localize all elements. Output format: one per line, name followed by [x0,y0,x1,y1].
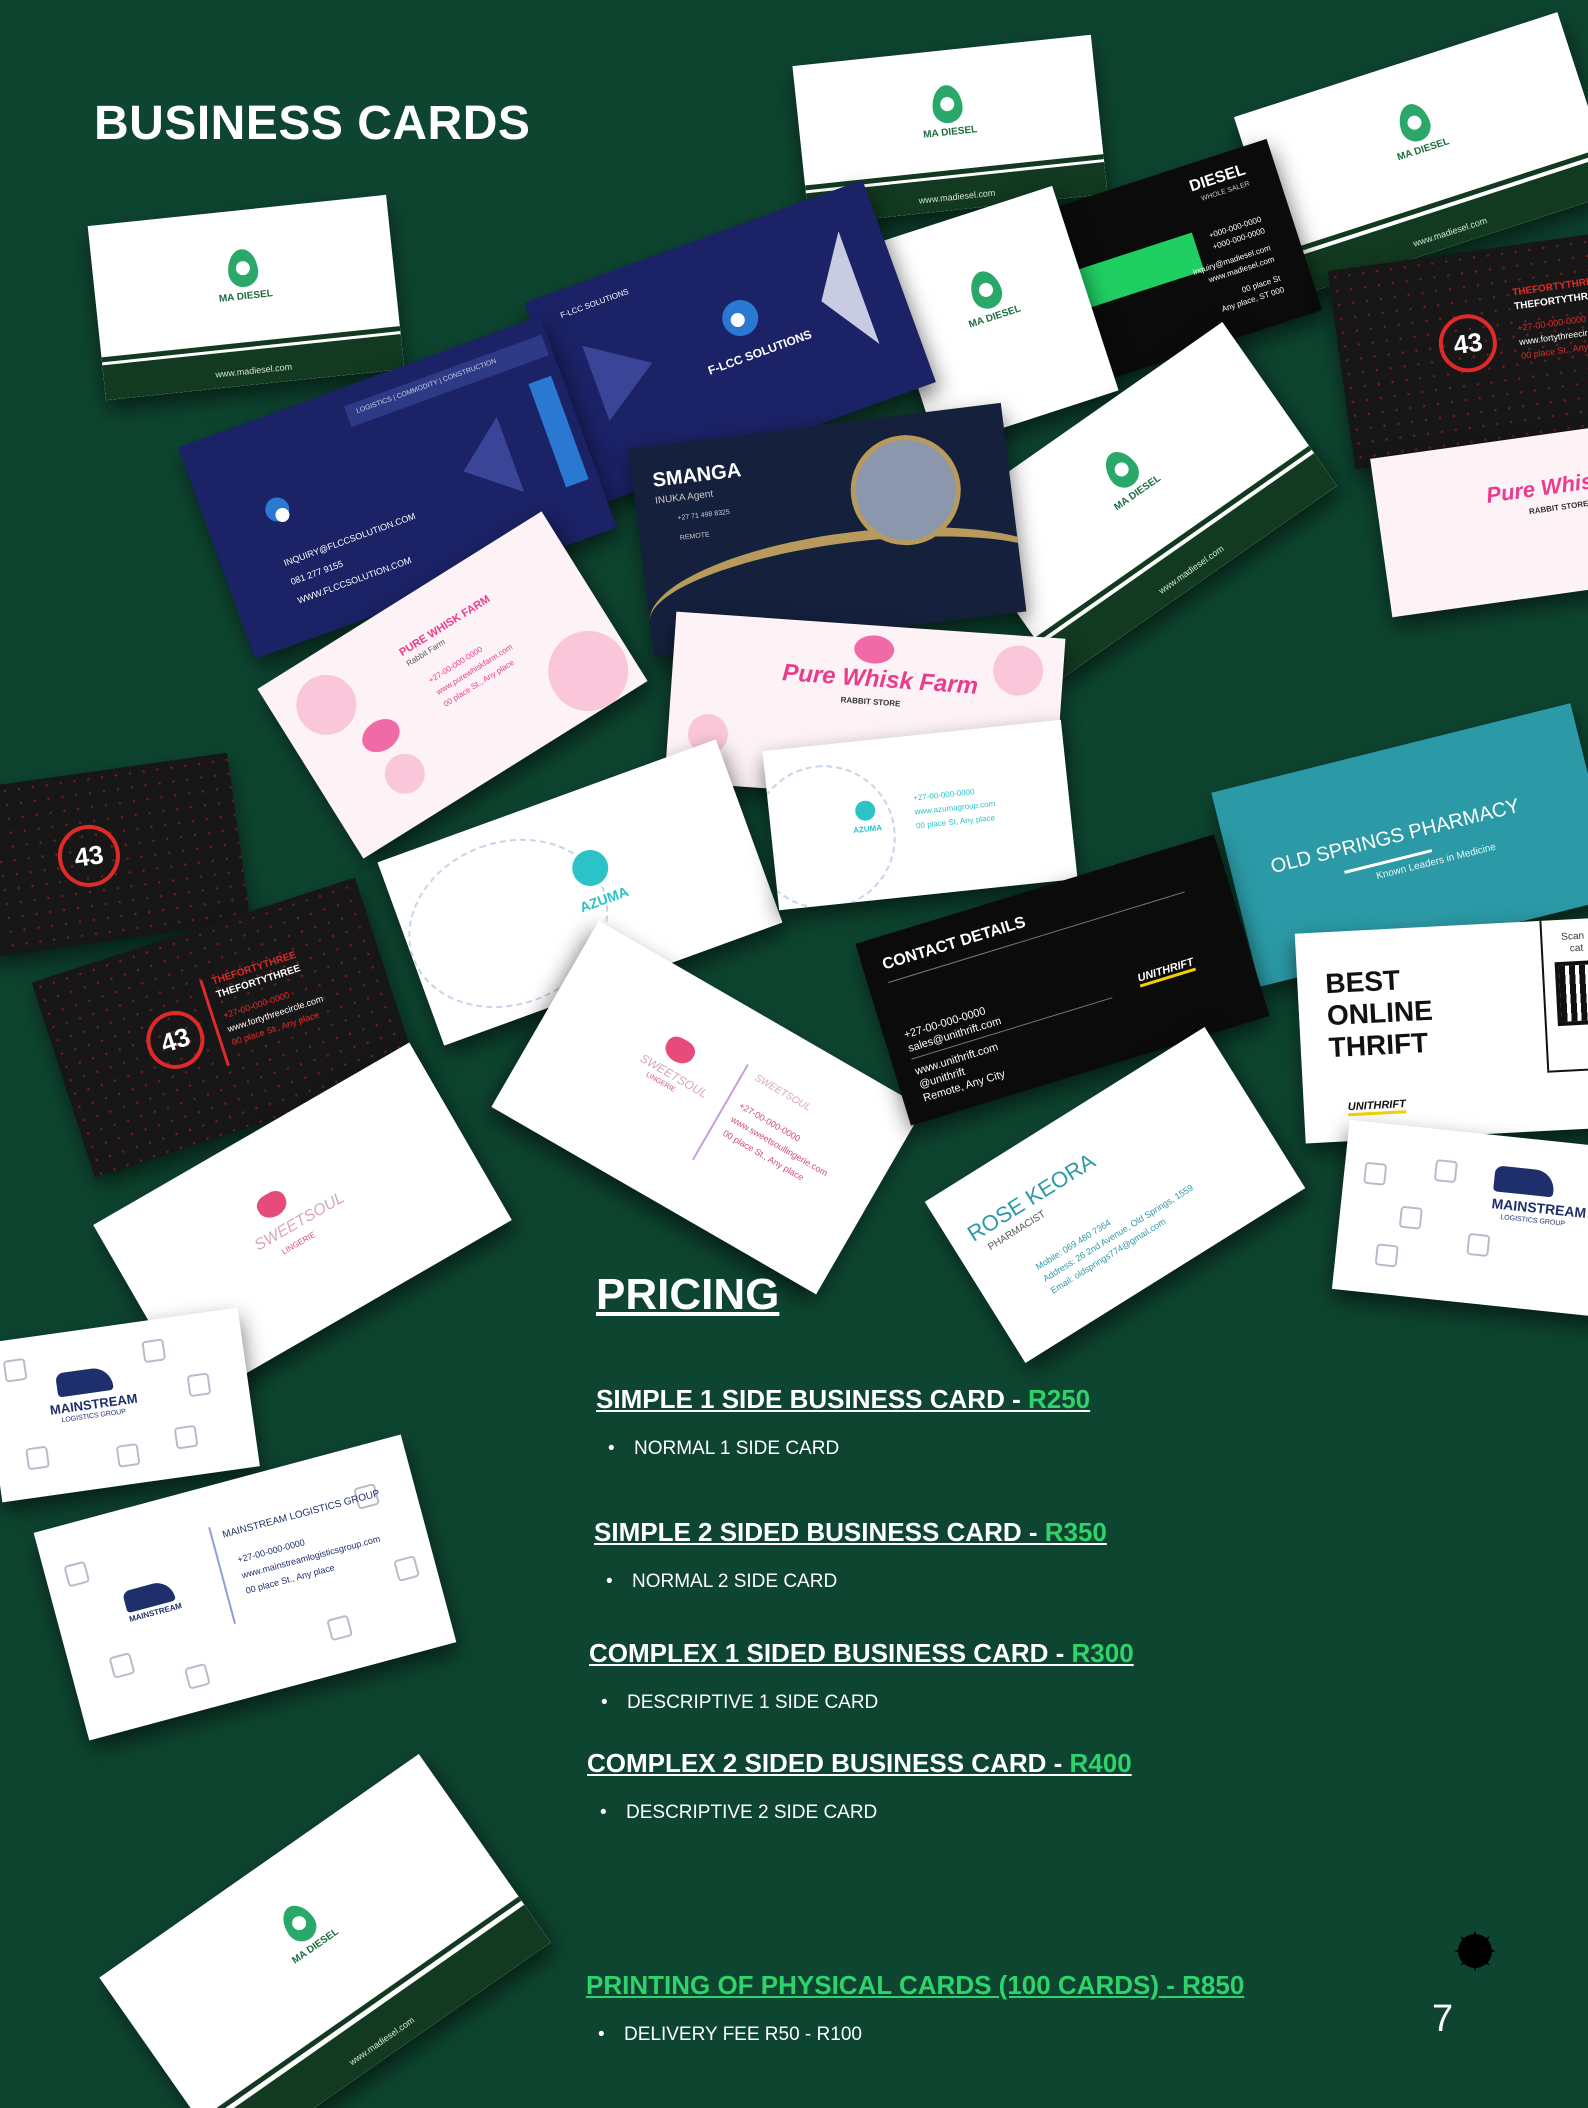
page: MA DIESEL www.madiesel.com MA DIESEL www… [0,0,1588,2108]
page-title: BUSINESS CARDS [94,97,531,150]
price-item-2-detail: NORMAL 2 SIDE CARD [606,1571,837,1593]
price-item-1-price: R250 [1027,1384,1091,1414]
delivery-fee: DELIVERY FEE R50 - R100 [598,2024,862,2046]
pure-sub: RABBIT STORE [840,695,901,709]
flcc-web: WWW.FLCCSOLUTION.COM [296,555,413,606]
ma-logo: MA DIESEL [954,263,1023,331]
rabbit-feet-icon [356,712,406,759]
price-item-1-detail: NORMAL 1 SIDE CARD [608,1438,839,1460]
truck-icon [55,1365,114,1398]
azuma-phone: +27-00-000-0000 [912,787,975,803]
flcc-globe-icon [261,494,293,525]
price-item-3-detail: DESCRIPTIVE 1 SIDE CARD [601,1692,878,1714]
page-number: 7 [1432,1998,1454,2040]
azuma-addr: 00 place St, Any place [915,813,996,831]
flcc-name-back: F-LCC SOLUTIONS [706,327,814,378]
ma-logo: MA DIESEL [214,246,273,304]
smanga-name: SMANGA [651,459,743,492]
price-item-3-price: R300 [1071,1638,1134,1668]
ma-logo: MA DIESEL [1383,96,1451,163]
ma-brand: MA DIESEL [967,303,1023,331]
price-item-4: COMPLEX 2 SIDED BUSINESS CARD - R400 [587,1748,1132,1779]
rabbit-feet-icon [853,634,896,665]
drop-logo-icon [965,267,1007,313]
rose-address: Address: 26 2nd Avenue, Old Springs, 155… [1041,1182,1196,1284]
sun-decoration-icon [1458,1934,1492,1968]
smanga-phone: +27 71 498 8325 [677,508,731,523]
smanga-loc: REMOTE [679,531,711,543]
price-item-3-name: COMPLEX 1 SIDED BUSINESS CARD - [589,1638,1072,1668]
ma-brand: MA DIESEL [218,287,274,305]
ma-logo: MA DIESEL [918,83,978,141]
printing-price: PRINTING OF PHYSICAL CARDS (100 CARDS) -… [586,1970,1245,2000]
mainstream-title: MAINSTREAM LOGISTICS GROUP [221,1488,381,1541]
contact-title: CONTACT DETAILS [880,913,1028,974]
thrift-line3: THRIFT [1327,1026,1429,1064]
flcc-globe-icon [717,294,764,342]
thrift-logo: UNITHRIFT [1347,1098,1407,1117]
butterfly-icon [253,1186,292,1223]
drop-logo-icon [225,247,260,289]
thrift-scan: Scan [1560,930,1585,943]
pricing-heading: PRICING [596,1270,780,1319]
price-item-4-detail: DESCRIPTIVE 2 SIDE CARD [600,1802,877,1824]
card-best-online-thrift: BEST ONLINE THRIFT UNITHRIFT Scan cat [1294,916,1588,1144]
price-item-1-name: SIMPLE 1 SIDE BUSINESS CARD - [596,1384,1028,1414]
card-azuma-details: AZUMA +27-00-000-0000 www.azumagroup.com… [762,719,1078,911]
ma-url: www.madiesel.com [1156,543,1226,596]
rose-name: ROSE KEORA [962,1148,1100,1247]
pure-name: Pure Whisk Farm [781,659,979,700]
drop-logo-icon [930,83,965,125]
card-ma-diesel-5: MA DIESEL www.madiesel.com [99,1753,551,2108]
price-item-2-price: R350 [1044,1517,1107,1547]
price-item-3: COMPLEX 1 SIDED BUSINESS CARD - R300 [589,1638,1134,1669]
price-item-2-name: SIMPLE 2 SIDED BUSINESS CARD - [594,1517,1045,1547]
price-item-4-name: COMPLEX 2 SIDED BUSINESS CARD - [587,1748,1070,1778]
flcc-name-small: F-LCC SOLUTIONS [559,286,630,321]
drop-logo-icon [1394,99,1435,146]
ma-logo: MA DIESEL [1088,439,1163,513]
ma-logo: MA DIESEL [266,1892,341,1966]
truck-icon [1493,1165,1556,1198]
price-item-1: SIMPLE 1 SIDE BUSINESS CARD - R250 [596,1384,1090,1415]
sweet-title: SWEETSOUL [752,1072,813,1114]
thrift-scan2: cat [1569,942,1584,955]
ma-brand: MA DIESEL [922,124,978,141]
card-mainstream-right: MAINSTREAM LOGISTICS GROUP [1331,1119,1588,1321]
unithrift-logo: UNITHRIFT [1136,956,1197,988]
card-mainstream-front: MAINSTREAM LOGISTICS GROUP [0,1307,260,1503]
price-item-2: SIMPLE 2 SIDED BUSINESS CARD - R350 [594,1517,1107,1548]
thrift-line1: BEST [1324,964,1401,1000]
ma-brand: MA DIESEL [1395,135,1451,164]
card-ma-diesel-1: MA DIESEL www.madiesel.com [87,194,405,401]
price-item-4-price: R400 [1069,1748,1132,1778]
qr-code-icon [1554,958,1588,1027]
